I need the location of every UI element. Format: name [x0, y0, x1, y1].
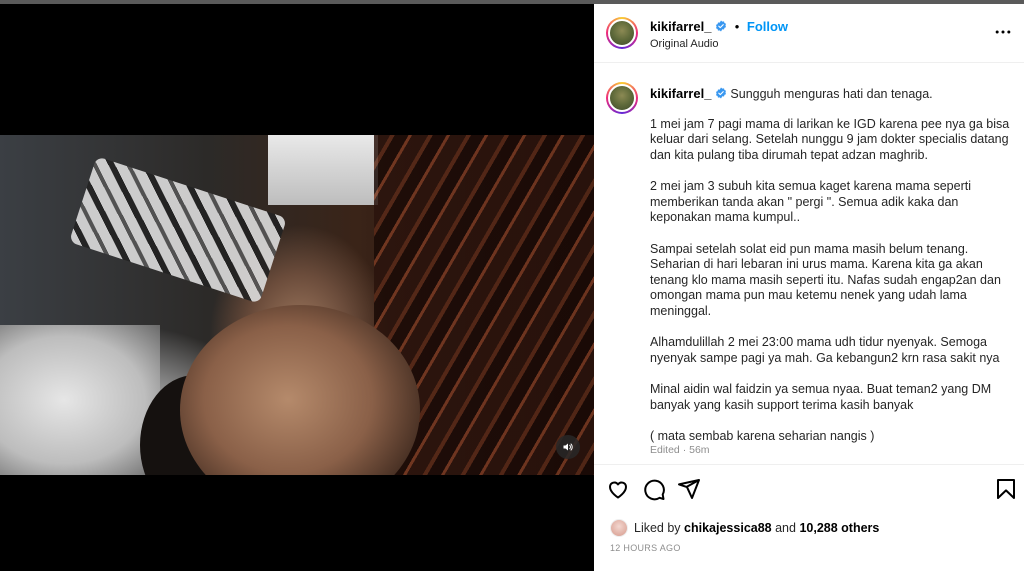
- caption-paragraph: Sampai setelah solat eid pun mama masih …: [650, 241, 1001, 318]
- comment-icon[interactable]: [642, 477, 666, 501]
- caption-text: kikifarrel_ Sungguh menguras hati dan te…: [650, 86, 1014, 461]
- wall-area: [268, 135, 378, 205]
- caption-paragraph: Alhamdulillah 2 mei 23:00 mama udh tidur…: [650, 335, 1000, 365]
- verified-badge-icon: [715, 87, 726, 99]
- post-timestamp[interactable]: 12 HOURS AGO: [610, 543, 681, 553]
- bookmark-icon[interactable]: [994, 477, 1018, 501]
- caption-paragraph: 2 mei jam 3 subuh kita semua kaget karen…: [650, 179, 971, 224]
- liker-avatar[interactable]: [610, 519, 628, 537]
- verified-badge-icon: [716, 20, 727, 32]
- caption-paragraph: Minal aidin wal faidzin ya semua nyaa. B…: [650, 382, 992, 412]
- post-side-panel: kikifarrel_ • Follow Original Audio kiki…: [594, 4, 1024, 571]
- author-avatar[interactable]: [606, 17, 638, 49]
- instagram-post-view: kikifarrel_ • Follow Original Audio kiki…: [0, 0, 1024, 571]
- share-icon[interactable]: [677, 477, 701, 501]
- likes-and: and: [775, 521, 796, 535]
- video-frame[interactable]: [0, 135, 594, 475]
- volume-icon: [563, 443, 573, 451]
- author-line: kikifarrel_ • Follow: [650, 19, 788, 34]
- liker-username[interactable]: chikajessica88: [684, 521, 772, 535]
- caption-first-line: Sungguh menguras hati dan tenaga.: [730, 87, 933, 101]
- follow-button[interactable]: Follow: [747, 19, 788, 34]
- original-audio-link[interactable]: Original Audio: [650, 38, 719, 50]
- caption-paragraph: 1 mei jam 7 pagi mama di larikan ke IGD …: [650, 116, 1010, 162]
- caption-username[interactable]: kikifarrel_: [650, 86, 711, 101]
- likes-count[interactable]: 10,288 others: [799, 521, 879, 535]
- post-caption: kikifarrel_ Sungguh menguras hati dan te…: [594, 64, 1024, 464]
- post-header: kikifarrel_ • Follow Original Audio: [594, 4, 1024, 63]
- post-actions: Liked by chikajessica88 and 10,288 other…: [594, 464, 1024, 571]
- caption-avatar[interactable]: [606, 82, 638, 114]
- pillow-area: [68, 156, 288, 304]
- caption-paragraph: ( mata sembab karena seharian nangis ): [650, 429, 875, 443]
- likes-prefix: Liked by: [634, 521, 681, 535]
- edited-timestamp: Edited · 56m: [650, 444, 710, 456]
- likes-summary: Liked by chikajessica88 and 10,288 other…: [610, 519, 879, 537]
- more-options-icon[interactable]: [992, 22, 1014, 42]
- bedsheet-area: [0, 325, 160, 475]
- heart-icon[interactable]: [606, 477, 630, 501]
- header-separator: •: [734, 19, 740, 34]
- author-username[interactable]: kikifarrel_: [650, 19, 711, 34]
- post-media[interactable]: [0, 4, 594, 571]
- audio-toggle-button[interactable]: [556, 435, 580, 459]
